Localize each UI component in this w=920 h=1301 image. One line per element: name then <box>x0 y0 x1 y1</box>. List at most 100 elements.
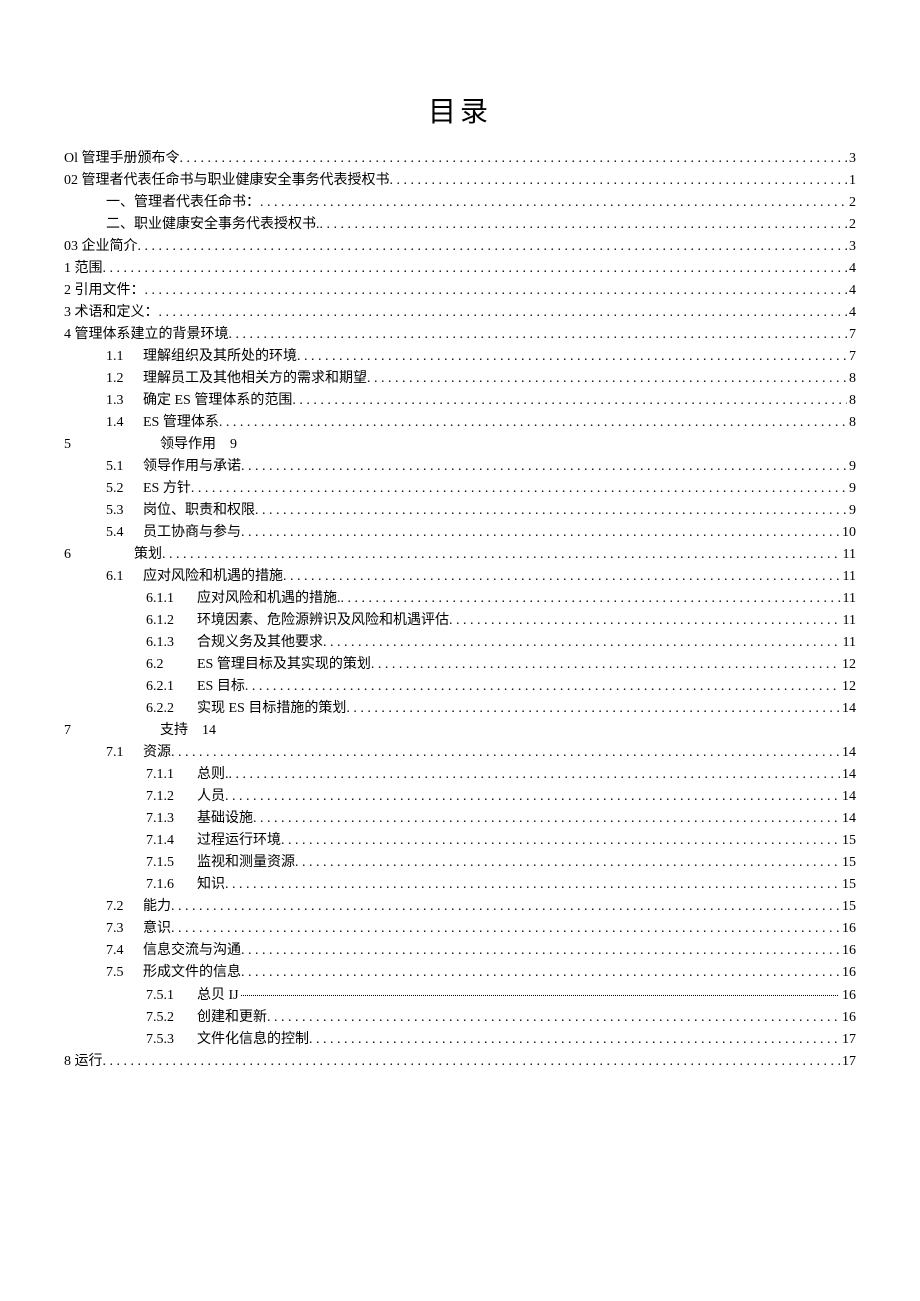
toc-leader <box>367 368 847 390</box>
toc-leader <box>281 830 840 852</box>
toc-entry-number: 7.1.4 <box>146 830 190 852</box>
toc-page-number: 3 <box>847 148 856 170</box>
toc-entry: 二、职业健康安全事务代表授权书. 2 <box>64 214 856 236</box>
toc-page-number: 9 <box>847 456 856 478</box>
toc-leader <box>241 456 847 478</box>
toc-page-number: 9 <box>847 478 856 500</box>
toc-page-number: 14 <box>202 720 216 742</box>
toc-entry: 6.2 ES 管理目标及其实现的策划12 <box>64 654 856 676</box>
toc-leader <box>241 940 840 962</box>
toc-entry-number: 1.2 <box>106 368 136 390</box>
toc-leader <box>171 896 840 918</box>
toc-leader <box>390 170 848 192</box>
toc-leader <box>225 874 840 896</box>
toc-entry: 6.1.1 应对风险和机遇的措施.11 <box>64 588 856 610</box>
toc-entry-number: 5.2 <box>106 478 136 500</box>
toc-page-number: 2 <box>847 214 856 236</box>
toc-entry: 7.4 信息交流与沟通16 <box>64 940 856 962</box>
toc-entry: 5.4 员工协商与参与10 <box>64 522 856 544</box>
toc-page-number: 12 <box>840 676 856 698</box>
toc-leader <box>171 918 840 940</box>
toc-entry-label: 知识 <box>197 874 225 896</box>
toc-entry-label: 03 企业简介 <box>64 236 138 258</box>
toc-entry-label: 总贝 IJ <box>197 985 239 1007</box>
toc-entry-label: 8 运行 <box>64 1051 103 1073</box>
toc-page-number: 15 <box>840 830 856 852</box>
toc-entry: 5.2 ES 方针 9 <box>64 478 856 500</box>
toc-leader <box>341 588 841 610</box>
toc-entry-label: ES 方针 <box>143 478 191 500</box>
toc-entry-label: 信息交流与沟通 <box>143 940 241 962</box>
toc-entry-label: 策划 <box>134 544 162 566</box>
toc-entry: 7.1.1 总则.14 <box>64 764 856 786</box>
toc-page-number: 17 <box>840 1029 856 1051</box>
toc-leader <box>241 981 838 996</box>
toc-page-number: 16 <box>840 985 856 1007</box>
toc-entry-number: 5.4 <box>106 522 136 544</box>
toc-leader <box>346 698 840 720</box>
toc-page-number: 14 <box>840 742 856 764</box>
toc-page-number: 8 <box>847 412 856 434</box>
toc-entry-number: 7.1 <box>106 742 136 764</box>
toc-leader <box>103 1051 841 1073</box>
toc-entry: 7.5.3 文件化信息的控制 17 <box>64 1029 856 1051</box>
toc-entry-label: 支持 <box>160 720 188 742</box>
toc-leader <box>191 478 847 500</box>
toc-page-number: 11 <box>841 632 856 654</box>
toc-page-number: 11 <box>841 566 856 588</box>
toc-entry-label: 文件化信息的控制 <box>197 1029 309 1051</box>
toc-entry-label: 4 管理体系建立的背景环境 <box>64 324 229 346</box>
toc-leader <box>138 236 848 258</box>
toc-entry-number: 7.5.3 <box>146 1029 190 1051</box>
toc-entry-number: 6.1.3 <box>146 632 190 654</box>
toc-leader <box>309 1029 840 1051</box>
toc-entry-number: 1.1 <box>106 346 136 368</box>
toc-entry-label: ES 管理体系 <box>143 412 219 434</box>
toc-entry-number: 7.3 <box>106 918 136 940</box>
toc-entry-label: 二、职业健康安全事务代表授权书. <box>106 214 320 236</box>
toc-leader <box>323 632 841 654</box>
toc-leader <box>145 280 848 302</box>
toc-entry-label: ES 目标 <box>197 676 245 698</box>
toc-entry: 1.1 理解组织及其所处的环境7 <box>64 346 856 368</box>
toc-entry: 02 管理者代表任命书与职业健康安全事务代表授权书1 <box>64 170 856 192</box>
toc-leader <box>371 654 840 676</box>
toc-leader <box>283 566 841 588</box>
toc-entry-number: 1.3 <box>106 390 136 412</box>
toc-leader <box>267 1007 840 1029</box>
toc-leader <box>320 214 848 236</box>
toc-entry-number: 7.5.1 <box>146 985 190 1007</box>
toc-entry: 7.3 意识16 <box>64 918 856 940</box>
toc-entry: 7支持 14 <box>64 720 856 742</box>
toc-entry: 7.5.2 创建和更新16 <box>64 1007 856 1029</box>
toc-entry-label: 创建和更新 <box>197 1007 267 1029</box>
toc-leader <box>180 148 848 170</box>
toc-page-number: 14 <box>840 786 856 808</box>
toc-entry-number: 6.1.1 <box>146 588 190 610</box>
toc-page-number: 3 <box>847 236 856 258</box>
toc-entry-label: 理解员工及其他相关方的需求和期望 <box>143 368 367 390</box>
toc-entry: 6.1 应对风险和机遇的措施11 <box>64 566 856 588</box>
toc-entry: 一、管理者代表任命书：2 <box>64 192 856 214</box>
toc-entry-label: 过程运行环境 <box>197 830 281 852</box>
toc-entry-label: 应对风险和机遇的措施. <box>197 588 341 610</box>
toc-entry-label: 人员 <box>197 786 225 808</box>
toc-entry-label: 能力 <box>143 896 171 918</box>
toc-page-number: 16 <box>840 962 856 984</box>
toc-entry: 6.1.3 合规义务及其他要求11 <box>64 632 856 654</box>
toc-leader <box>297 346 847 368</box>
toc-entry: 1.3 确定 ES 管理体系的范围8 <box>64 390 856 412</box>
toc-entry: 5领导作用 9 <box>64 434 856 456</box>
toc-entry-number: 6.1.2 <box>146 610 190 632</box>
toc-entry-label: 实现 ES 目标措施的策划 <box>197 698 346 720</box>
toc-page-number: 15 <box>840 852 856 874</box>
toc-page-number: 4 <box>847 258 856 280</box>
toc-leader <box>260 192 847 214</box>
toc-entry: 2 引用文件：4 <box>64 280 856 302</box>
toc-entry-label: 资源 <box>143 742 171 764</box>
toc-chapter-number: 6 <box>64 544 118 566</box>
toc-entry: 1 范围4 <box>64 258 856 280</box>
toc-page-number: 16 <box>840 918 856 940</box>
toc-entry-label: 监视和测量资源 <box>197 852 295 874</box>
toc-entry-number: 1.4 <box>106 412 136 434</box>
